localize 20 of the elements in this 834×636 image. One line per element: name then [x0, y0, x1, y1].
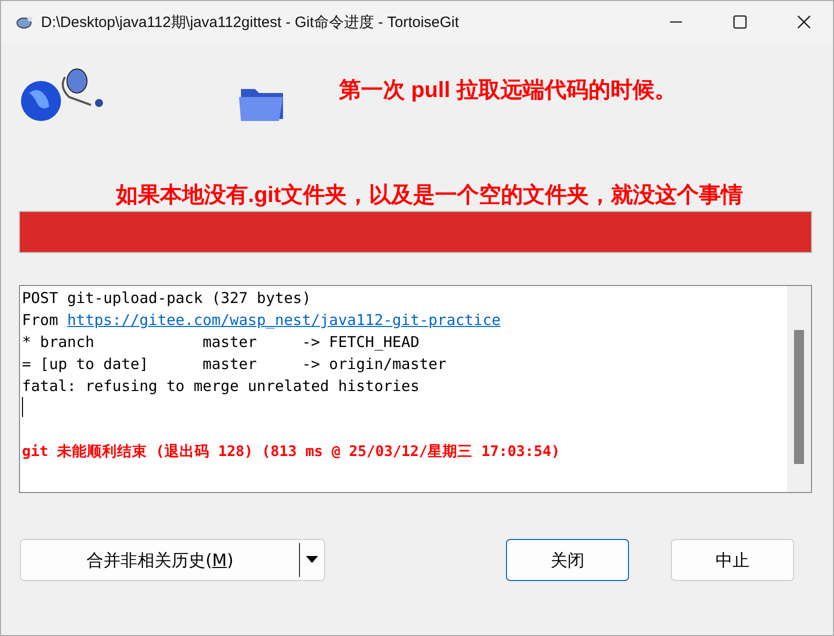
scrollbar[interactable] — [787, 286, 811, 492]
caret-icon[interactable] — [306, 556, 318, 564]
log-line: fatal: refusing to merge unrelated histories — [22, 376, 420, 397]
log-line: POST git-upload-pack (327 bytes) — [22, 288, 312, 309]
window-title: D:\Desktop\java112期\java112gittest - Git命令进度 - TortoiseGit — [41, 12, 460, 32]
annotation-text: 如果本地没有.git文件夹，以及是一个空的文件夹，就没这个事情 — [116, 181, 744, 209]
log-line: = [up to date] master -> origin/master — [22, 354, 448, 375]
merge-split-button[interactable]: 合并非相关历史(M) — [20, 539, 325, 581]
dialog-button[interactable]: 中止 — [671, 539, 794, 581]
log-line: * branch master -> FETCH_HEAD — [22, 332, 420, 353]
scroll-thumb[interactable] — [794, 330, 804, 464]
text-cursor — [22, 397, 23, 417]
turtle-icon — [15, 14, 33, 30]
error-line: git 未能顺利结束 (退出码 128) (813 ms @ 25/03/12/星期三 17:03:54) — [22, 442, 561, 462]
annotation-text: 第一次 pull 拉取远端代码的时候。 — [339, 76, 676, 104]
close-icon[interactable] — [797, 15, 811, 29]
log-line: From https://gitee.com/wasp_nest/java112-git-practice — [22, 310, 502, 331]
dialog-button[interactable]: 关闭 — [506, 539, 629, 581]
url-link[interactable]: https://gitee.com/wasp_nest/java112-git-practice — [67, 311, 501, 329]
maximize-icon[interactable] — [733, 15, 747, 29]
